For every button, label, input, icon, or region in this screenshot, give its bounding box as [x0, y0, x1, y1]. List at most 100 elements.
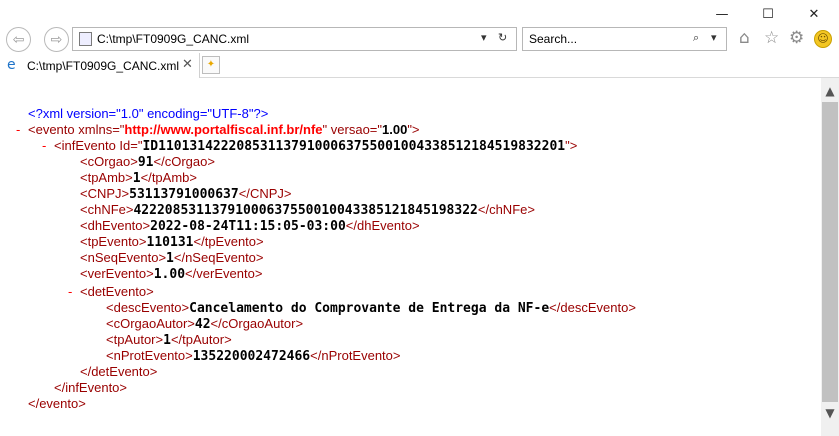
xml-element-line: <tpAutor>1</tpAutor>	[106, 332, 232, 348]
ie-logo-icon: e	[7, 57, 16, 73]
title-bar: — ☐ ✕	[0, 0, 839, 26]
address-dropdown-button[interactable]: ▾	[481, 31, 487, 44]
xml-document: <?xml version="1.0" encoding="UTF-8"?> -…	[0, 78, 821, 436]
infevento-tag: <infEvento Id="	[54, 138, 143, 153]
element-close-tag: tpEvento	[204, 234, 257, 249]
element-open-tag: chNFe	[87, 202, 126, 217]
star-icon: ☆	[764, 28, 780, 48]
favorites-button[interactable]: ☆	[764, 29, 779, 47]
tag-bracket: >	[121, 186, 130, 201]
element-value: 135220002472466	[192, 349, 311, 364]
tag-bracket: >	[255, 250, 264, 265]
tag-bracket: >	[125, 170, 133, 185]
maximize-button[interactable]: ☐	[745, 0, 791, 28]
tag-bracket: >	[295, 316, 304, 331]
gear-icon: ⚙	[789, 28, 805, 48]
close-window-button[interactable]: ✕	[791, 0, 837, 28]
tag-bracket: </	[185, 266, 197, 281]
element-close-tag: dhEvento	[357, 218, 412, 233]
tag-bracket: </	[210, 316, 222, 331]
xml-element-line: <CNPJ>53113791000637</CNPJ>	[80, 186, 291, 202]
tag-bracket: >	[628, 300, 636, 315]
scroll-up-button[interactable]: ▲	[821, 82, 839, 100]
tag-bracket: >	[207, 154, 215, 169]
tag-bracket: <	[106, 348, 114, 363]
refresh-button[interactable]: ↻	[498, 31, 507, 44]
address-bar[interactable]: C:\tmp\FT0909G_CANC.xml ▾ ↻	[72, 27, 517, 51]
xml-element-line: <tpEvento>110131</tpEvento>	[80, 234, 264, 250]
xml-element-line: <cOrgao>91</cOrgao>	[80, 154, 215, 170]
tag-bracket: </	[477, 202, 490, 217]
search-button[interactable]: ⌕	[693, 31, 699, 45]
element-value: 1.00	[153, 267, 186, 282]
tag-bracket: </	[140, 170, 152, 185]
tag-bracket: </	[310, 348, 322, 363]
tag-bracket: >	[283, 186, 292, 201]
forward-button[interactable]: ⇨	[44, 27, 69, 52]
element-close-tag: verEvento	[196, 266, 255, 281]
element-value: 1	[163, 333, 171, 348]
infevento-open-close: ">	[565, 138, 578, 153]
tools-button[interactable]: ⚙	[789, 29, 804, 47]
new-tab-button[interactable]: ✦	[202, 56, 220, 74]
versao-attr-value: 1.00	[382, 122, 408, 137]
tag-bracket: >	[392, 348, 401, 363]
element-open-tag: nSeqEvento	[87, 250, 159, 265]
collapse-detevento-button[interactable]: -	[68, 284, 72, 300]
detevento-close-tag: </detEvento>	[80, 364, 158, 379]
tag-bracket: <	[80, 234, 88, 249]
tag-bracket: <	[80, 218, 88, 233]
new-tab-icon: ✦	[206, 59, 216, 70]
page-file-icon	[79, 32, 92, 46]
back-button[interactable]: ⇦	[6, 27, 31, 52]
tag-bracket: <	[106, 300, 114, 315]
collapse-evento-button[interactable]: -	[16, 122, 20, 138]
xml-declaration: <?xml version="1.0" encoding="UTF-8"?>	[28, 106, 268, 122]
tag-bracket: </	[170, 332, 183, 347]
tag-bracket: <	[80, 154, 88, 169]
minimize-button[interactable]: —	[699, 0, 745, 28]
tag-bracket: >	[527, 202, 535, 217]
xml-element-line: <nProtEvento>135220002472466</nProtEvent…	[106, 348, 401, 364]
tag-bracket: <	[106, 332, 114, 347]
tag-bracket: <	[80, 202, 88, 217]
element-close-tag: tpAutor	[182, 332, 225, 347]
tag-bracket: >	[138, 234, 147, 249]
home-button[interactable]: ⌂	[739, 29, 750, 47]
detevento-open-line: <detEvento>	[80, 284, 154, 300]
tag-bracket: <	[80, 266, 88, 281]
tag-bracket: >	[158, 250, 167, 265]
element-open-tag: tpAutor	[113, 332, 156, 347]
element-open-tag: cOrgaoAutor	[113, 316, 188, 331]
tab-close-button[interactable]: ✕	[182, 57, 193, 72]
arrow-down-icon: ▼	[825, 406, 835, 420]
element-close-tag: cOrgaoAutor	[221, 316, 296, 331]
tag-bracket: >	[254, 266, 263, 281]
element-close-tag: chNFe	[489, 202, 528, 217]
scroll-down-button[interactable]: ▼	[821, 404, 839, 422]
tag-bracket: </	[238, 186, 250, 201]
element-close-tag: nProtEvento	[321, 348, 393, 363]
element-open-tag: tpEvento	[87, 234, 139, 249]
infevento-close-line: </infEvento>	[54, 380, 127, 396]
tab-active[interactable]: e C:\tmp\FT0909G_CANC.xml ✕	[0, 53, 200, 78]
element-close-tag: nSeqEvento	[185, 250, 256, 265]
element-close-tag: tpAmb	[151, 170, 190, 185]
infevento-id-value: ID11013142220853113791000637550010043385…	[142, 139, 566, 154]
versao-attr-name: " versao="	[322, 122, 382, 137]
vertical-scrollbar[interactable]: ▲ ▼	[821, 78, 839, 436]
evento-close-line: </evento>	[28, 396, 86, 412]
element-value: 91	[137, 155, 154, 170]
xmlns-attr-name: xmlns="	[78, 122, 125, 137]
search-dropdown-button[interactable]: ▾	[711, 31, 717, 44]
search-input[interactable]: Search...	[529, 32, 577, 46]
xml-element-line: <tpAmb>1</tpAmb>	[80, 170, 197, 186]
search-box[interactable]: Search... ⌕ ▾	[522, 27, 727, 51]
tag-bracket: <	[106, 316, 114, 331]
xml-element-line: <descEvento>Cancelamento do Comprovante …	[106, 300, 636, 316]
scroll-thumb[interactable]	[822, 102, 838, 402]
tag-bracket: >	[181, 300, 190, 315]
chevron-down-icon: ▾	[711, 31, 717, 44]
feedback-button[interactable]: ☺	[814, 30, 832, 48]
collapse-infevento-button[interactable]: -	[42, 138, 46, 154]
